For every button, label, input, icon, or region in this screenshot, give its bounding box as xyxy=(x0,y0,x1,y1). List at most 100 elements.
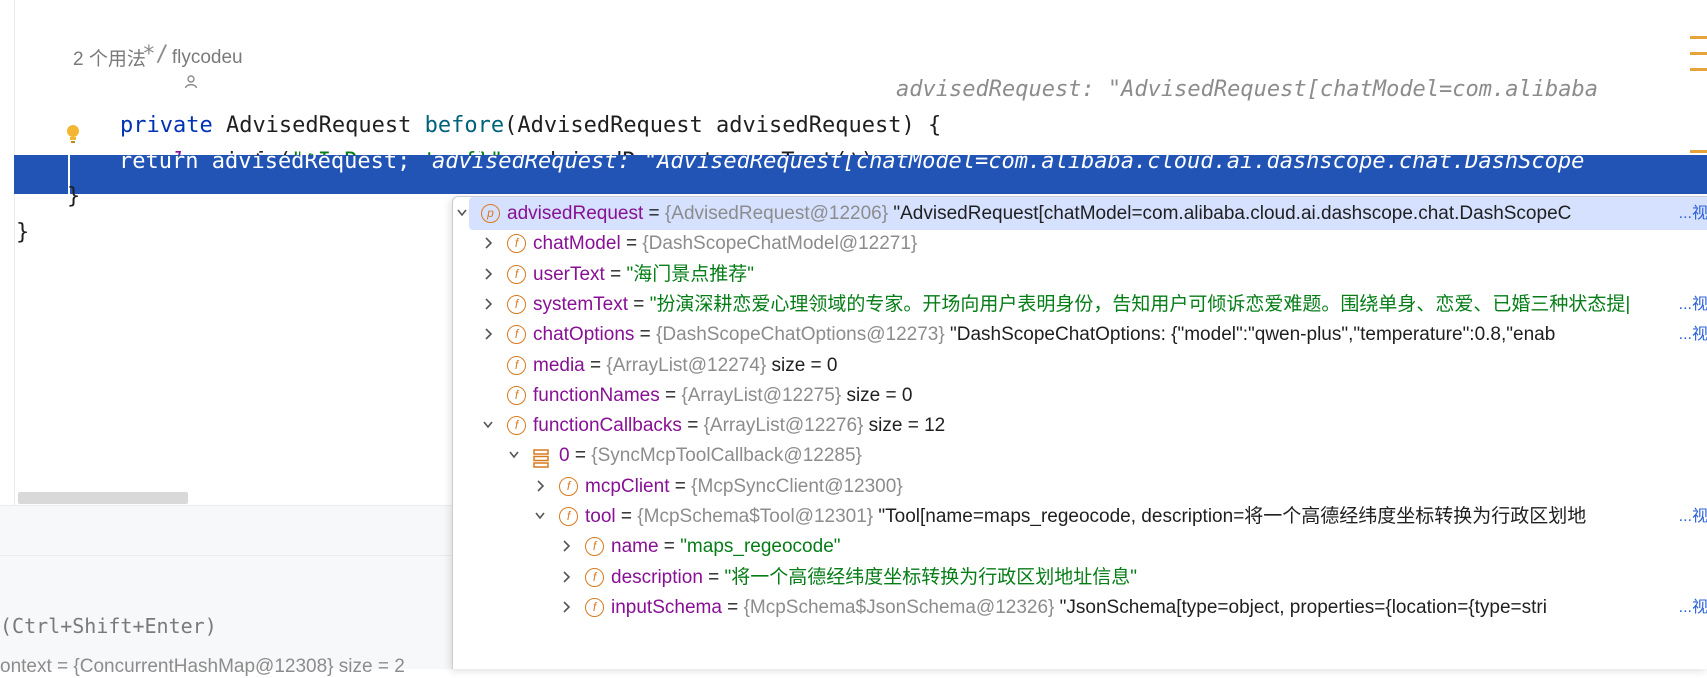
tree-node-name[interactable]: f name = "maps_regeocode" xyxy=(453,530,1707,563)
field-icon: f xyxy=(507,234,526,254)
expand-chevron-icon[interactable] xyxy=(559,591,573,624)
tree-node-text: name = "maps_regeocode" xyxy=(611,530,841,563)
gutter-marker[interactable] xyxy=(1690,52,1707,55)
code-line-class-close: } xyxy=(16,220,30,245)
variable-row-context[interactable]: ontext = {ConcurrentHashMap@12308} size … xyxy=(0,656,405,678)
view-link[interactable]: ...视 xyxy=(1675,591,1707,624)
variable-value: "Tool[name=maps_regeocode, description=将… xyxy=(878,506,1587,527)
tree-node-text: functionNames = {ArrayList@12275} size =… xyxy=(533,379,912,412)
variable-value: "扮演深耕恋爱心理领域的专家。开场向用户表明身份，告知用户可倾诉恋爱难题。围绕单… xyxy=(649,293,1631,315)
lightbulb-icon[interactable] xyxy=(66,124,80,144)
gutter-divider xyxy=(14,0,15,505)
view-link[interactable]: ...视 xyxy=(1675,318,1707,351)
field-icon: f xyxy=(507,294,526,314)
usage-count[interactable]: 2 个用法 xyxy=(73,44,146,71)
collapse-chevron-icon[interactable] xyxy=(507,439,521,472)
usage-inlay[interactable]: 2 个用法 flycodeu xyxy=(73,44,243,88)
field-icon: f xyxy=(507,264,526,284)
variable-name: userText xyxy=(533,263,605,285)
tree-node-0[interactable]: 0 = {SyncMcpToolCallback@12285} xyxy=(453,439,1707,472)
evaluate-panel: (Ctrl+Shift+Enter) ontext = {ConcurrentH… xyxy=(0,505,460,677)
variable-type: {McpSchema$Tool@12301} xyxy=(637,506,874,527)
tree-node-text: advisedRequest = {AdvisedRequest@12206} … xyxy=(507,197,1571,230)
field-icon: f xyxy=(585,537,604,557)
expand-chevron-icon[interactable] xyxy=(481,227,495,260)
author-name[interactable]: flycodeu xyxy=(172,47,243,69)
tree-node-inputSchema[interactable]: f inputSchema = {McpSchema$JsonSchema@123… xyxy=(453,590,1707,624)
gutter-marker[interactable] xyxy=(1690,68,1707,71)
expand-chevron-icon[interactable] xyxy=(481,318,495,351)
code-line-log[interactable]: log.info("AI Request: {}", advisedReques… xyxy=(119,108,887,174)
tree-node-text: description = "将一个高德经纬度坐标转换为行政区划地址信息" xyxy=(611,561,1137,594)
person-icon xyxy=(152,51,197,88)
evaluate-shortcut-hint: (Ctrl+Shift+Enter) xyxy=(0,614,217,638)
variable-value: "JsonSchema[type=object, properties={loc… xyxy=(1059,596,1547,618)
expand-chevron-icon[interactable] xyxy=(481,288,495,321)
field-icon: f xyxy=(559,507,578,526)
expand-chevron-icon[interactable] xyxy=(559,561,573,594)
gutter-marker[interactable] xyxy=(1690,150,1707,153)
variable-type: {AdvisedRequest@12206} xyxy=(664,203,889,224)
inline-value-hint-return: advisedRequest: "AdvisedRequest[chatMode… xyxy=(432,149,1585,174)
variable-name: 0 xyxy=(559,445,570,467)
field-icon: f xyxy=(507,325,526,345)
equals-sign: = xyxy=(628,293,650,315)
tree-node-media[interactable]: f media = {ArrayList@12274} size = 0 xyxy=(453,349,1707,382)
tree-node-text: inputSchema = {McpSchema$JsonSchema@1232… xyxy=(611,591,1547,624)
field-icon: f xyxy=(585,597,604,617)
view-link[interactable]: ...视 xyxy=(1675,288,1707,321)
tree-node-text: mcpClient = {McpSyncClient@12300} xyxy=(585,470,903,503)
panel-separator xyxy=(0,555,460,556)
tree-node-text: tool = {McpSchema$Tool@12301} "Tool[name… xyxy=(585,500,1586,533)
tree-node-functionCallbacks[interactable]: f functionCallbacks = {ArrayList@12276} s… xyxy=(453,409,1707,442)
code-line-method-signature[interactable]: private AdvisedRequest before(AdvisedReq… xyxy=(67,72,941,138)
equals-sign: = xyxy=(634,324,657,346)
gutter-marker[interactable] xyxy=(1690,36,1707,39)
variable-type: {McpSyncClient@12300} xyxy=(691,475,903,497)
equals-sign: = xyxy=(702,566,725,588)
collapse-chevron-icon[interactable] xyxy=(533,500,547,533)
equals-sign: = xyxy=(615,506,638,527)
variable-name: advisedRequest xyxy=(507,203,644,224)
tree-node-chatModel[interactable]: f chatModel = {DashScopeChatModel@12271} xyxy=(453,227,1707,260)
variable-value: "AdvisedRequest[chatModel=com.alibaba.cl… xyxy=(893,203,1572,224)
collapse-chevron-icon[interactable] xyxy=(455,197,469,230)
variable-name: tool xyxy=(585,506,616,527)
parameter-icon: p xyxy=(481,204,500,223)
code-line-method-close: } xyxy=(67,184,81,209)
tree-node-userText[interactable]: f userText = "海门景点推荐" xyxy=(453,258,1707,291)
field-icon: f xyxy=(585,567,604,587)
tree-node-functionNames[interactable]: f functionNames = {ArrayList@12275} size … xyxy=(453,379,1707,412)
equals-sign: = xyxy=(658,536,681,558)
view-link[interactable]: ...视 xyxy=(1674,197,1707,230)
tree-node-advisedRequest[interactable]: p advisedRequest = {AdvisedRequest@12206}… xyxy=(457,197,1707,230)
debug-value-popup[interactable]: p advisedRequest = {AdvisedRequest@12206}… xyxy=(452,196,1707,669)
equals-sign: = xyxy=(569,445,592,467)
tree-node-text: chatOptions = {DashScopeChatOptions@1227… xyxy=(533,318,1555,351)
tree-node-text: userText = "海门景点推荐" xyxy=(533,258,754,291)
equals-sign: = xyxy=(584,354,607,376)
tree-node-tool[interactable]: f tool = {McpSchema$Tool@12301} "Tool[nam… xyxy=(453,500,1707,533)
variable-value: size = 0 xyxy=(771,354,838,376)
tree-node-chatOptions[interactable]: f chatOptions = {DashScopeChatOptions@122… xyxy=(453,318,1707,352)
expand-chevron-icon[interactable] xyxy=(481,258,495,291)
horizontal-scrollbar[interactable] xyxy=(18,492,188,504)
variable-value: "将一个高德经纬度坐标转换为行政区划地址信息" xyxy=(724,566,1138,588)
field-icon: f xyxy=(507,416,526,436)
tree-node-text: 0 = {SyncMcpToolCallback@12285} xyxy=(559,439,862,472)
expand-chevron-icon[interactable] xyxy=(559,530,573,563)
inline-value-hint-signature: advisedRequest: "AdvisedRequest[chatMode… xyxy=(896,77,1598,102)
variable-value: "DashScopeChatOptions: {"model":"qwen-pl… xyxy=(950,324,1556,346)
field-icon: f xyxy=(507,355,526,375)
expand-chevron-icon[interactable] xyxy=(533,470,547,503)
tree-node-mcpClient[interactable]: f mcpClient = {McpSyncClient@12300} xyxy=(453,470,1707,503)
variable-type: {McpSchema$JsonSchema@12326} xyxy=(743,596,1055,618)
tree-node-description[interactable]: f description = "将一个高德经纬度坐标转换为行政区划地址信息" xyxy=(453,561,1707,594)
view-link[interactable]: ...视 xyxy=(1675,500,1707,533)
tree-node-text: chatModel = {DashScopeChatModel@12271} xyxy=(533,227,917,260)
variable-name: description xyxy=(611,566,703,588)
equals-sign: = xyxy=(681,415,704,437)
collapse-chevron-icon[interactable] xyxy=(481,409,495,442)
code-line-return[interactable]: return advisedRequest; xyxy=(119,144,410,180)
tree-node-systemText[interactable]: f systemText = "扮演深耕恋爱心理领域的专家。开场向用户表明身份，告… xyxy=(453,287,1707,321)
